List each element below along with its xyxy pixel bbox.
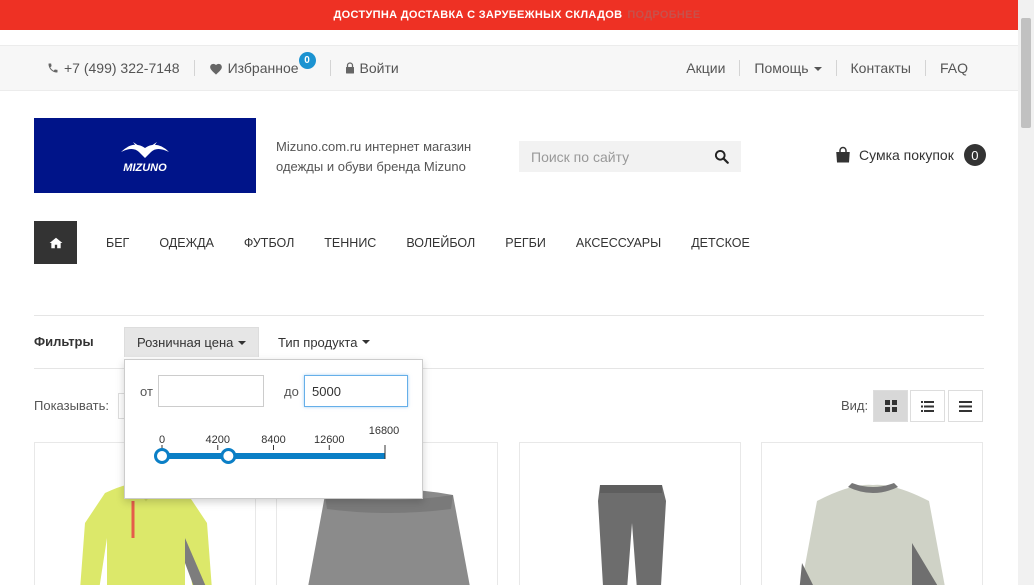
mizuno-logo-icon: MIZUNO [121, 141, 169, 174]
search-icon[interactable] [714, 149, 729, 164]
caret-down-icon [238, 340, 247, 345]
nav-item-tennis[interactable]: ТЕННИС [324, 236, 376, 250]
nav-item-clothing[interactable]: ОДЕЖДА [159, 236, 214, 250]
price-to-label: до [284, 384, 299, 399]
promo-text: ДОСТУПНА ДОСТАВКА С ЗАРУБЕЖНЫХ СКЛАДОВ [333, 9, 623, 21]
favorites-link[interactable]: Избранное 0 [209, 51, 316, 77]
divider [34, 315, 984, 316]
slider-track[interactable] [162, 453, 385, 459]
bars-icon [959, 400, 972, 412]
filters-label: Фильтры [34, 334, 94, 349]
favorites-count-badge: 0 [298, 51, 316, 69]
caret-down-icon [813, 67, 822, 72]
list-icon [921, 400, 934, 412]
faq-link[interactable]: FAQ [940, 60, 968, 76]
nav-item-kids[interactable]: ДЕТСКОЕ [691, 236, 750, 250]
phone-link[interactable]: +7 (499) 322-7148 [47, 60, 180, 76]
price-from-input[interactable] [158, 375, 264, 407]
grid-view-button[interactable] [873, 390, 908, 422]
contacts-link[interactable]: Контакты [851, 60, 911, 76]
product-image [598, 485, 666, 585]
slider-handle-low[interactable] [154, 448, 170, 464]
slider-tick-label: 8400 [261, 434, 285, 446]
product-card[interactable] [761, 442, 983, 585]
slider-handle-high[interactable] [220, 448, 237, 464]
cart-link[interactable]: Сумка покупок 0 [834, 144, 986, 166]
price-filter-label: Розничная цена [137, 335, 234, 350]
scrollbar-thumb[interactable] [1021, 18, 1031, 128]
home-icon [49, 237, 62, 248]
page-scrollbar[interactable] [1018, 0, 1034, 585]
nav-item-accessories[interactable]: АКСЕССУАРЫ [576, 236, 661, 250]
cart-label: Сумка покупок [859, 147, 954, 163]
product-image [799, 483, 945, 585]
cart-count-badge: 0 [963, 144, 986, 166]
nav-item-football[interactable]: ФУТБОЛ [244, 236, 294, 250]
caret-down-icon [362, 340, 371, 344]
show-per-page-label: Показывать: [34, 398, 109, 413]
price-range-slider[interactable]: 0 4200 8400 12600 16800 [125, 418, 424, 498]
list-view-button[interactable] [910, 390, 945, 422]
top-bar: +7 (499) 322-7148 Избранное 0 Войти Акци… [0, 45, 1018, 91]
promo-banner: ДОСТУПНА ДОСТАВКА С ЗАРУБЕЖНЫХ СКЛАДОВ П… [0, 0, 1034, 30]
product-card[interactable] [519, 442, 741, 585]
phone-icon [48, 63, 58, 73]
login-label: Войти [359, 60, 399, 76]
main-nav: БЕГ ОДЕЖДА ФУТБОЛ ТЕННИС ВОЛЕЙБОЛ РЕГБИ … [34, 221, 765, 264]
price-filter-button[interactable]: Розничная цена [124, 327, 260, 357]
promotions-link[interactable]: Акции [686, 60, 725, 76]
promo-more-link[interactable]: ПОДРОБНЕЕ [627, 9, 700, 21]
price-filter-popup: от до 0 4200 8400 12600 16800 [124, 359, 423, 499]
grid-icon [884, 400, 897, 412]
price-to-input[interactable] [304, 375, 408, 407]
price-from-label: от [140, 384, 153, 399]
slider-tick-label: 16800 [369, 425, 400, 437]
slider-tick-label: 4200 [206, 434, 230, 446]
lock-icon [345, 62, 354, 74]
login-link[interactable]: Войти [345, 60, 399, 76]
help-label: Помощь [754, 60, 809, 76]
heart-icon [209, 63, 222, 75]
logo-text: MIZUNO [123, 162, 167, 174]
compact-list-view-button[interactable] [948, 390, 983, 422]
nav-item-volleyball[interactable]: ВОЛЕЙБОЛ [406, 236, 475, 250]
phone-number: +7 (499) 322-7148 [64, 60, 180, 76]
slider-tick-label: 0 [159, 434, 165, 446]
brand-logo[interactable]: MIZUNO [34, 118, 256, 193]
product-type-filter-button[interactable]: Тип продукта [266, 327, 382, 357]
product-type-filter-label: Тип продукта [278, 334, 358, 350]
view-label: Вид: [841, 398, 869, 413]
favorites-label: Избранное [227, 60, 299, 76]
search-box [519, 141, 741, 172]
nav-item-running[interactable]: БЕГ [106, 236, 129, 250]
slider-tick-label: 12600 [314, 434, 345, 446]
help-menu[interactable]: Помощь [754, 60, 822, 76]
nav-item-rugby[interactable]: РЕГБИ [505, 236, 546, 250]
site-tagline: Mizuno.com.ru интернет магазин одежды и … [276, 139, 472, 174]
home-button[interactable] [34, 221, 77, 264]
shopping-bag-icon [836, 146, 850, 163]
search-input[interactable] [519, 141, 699, 172]
